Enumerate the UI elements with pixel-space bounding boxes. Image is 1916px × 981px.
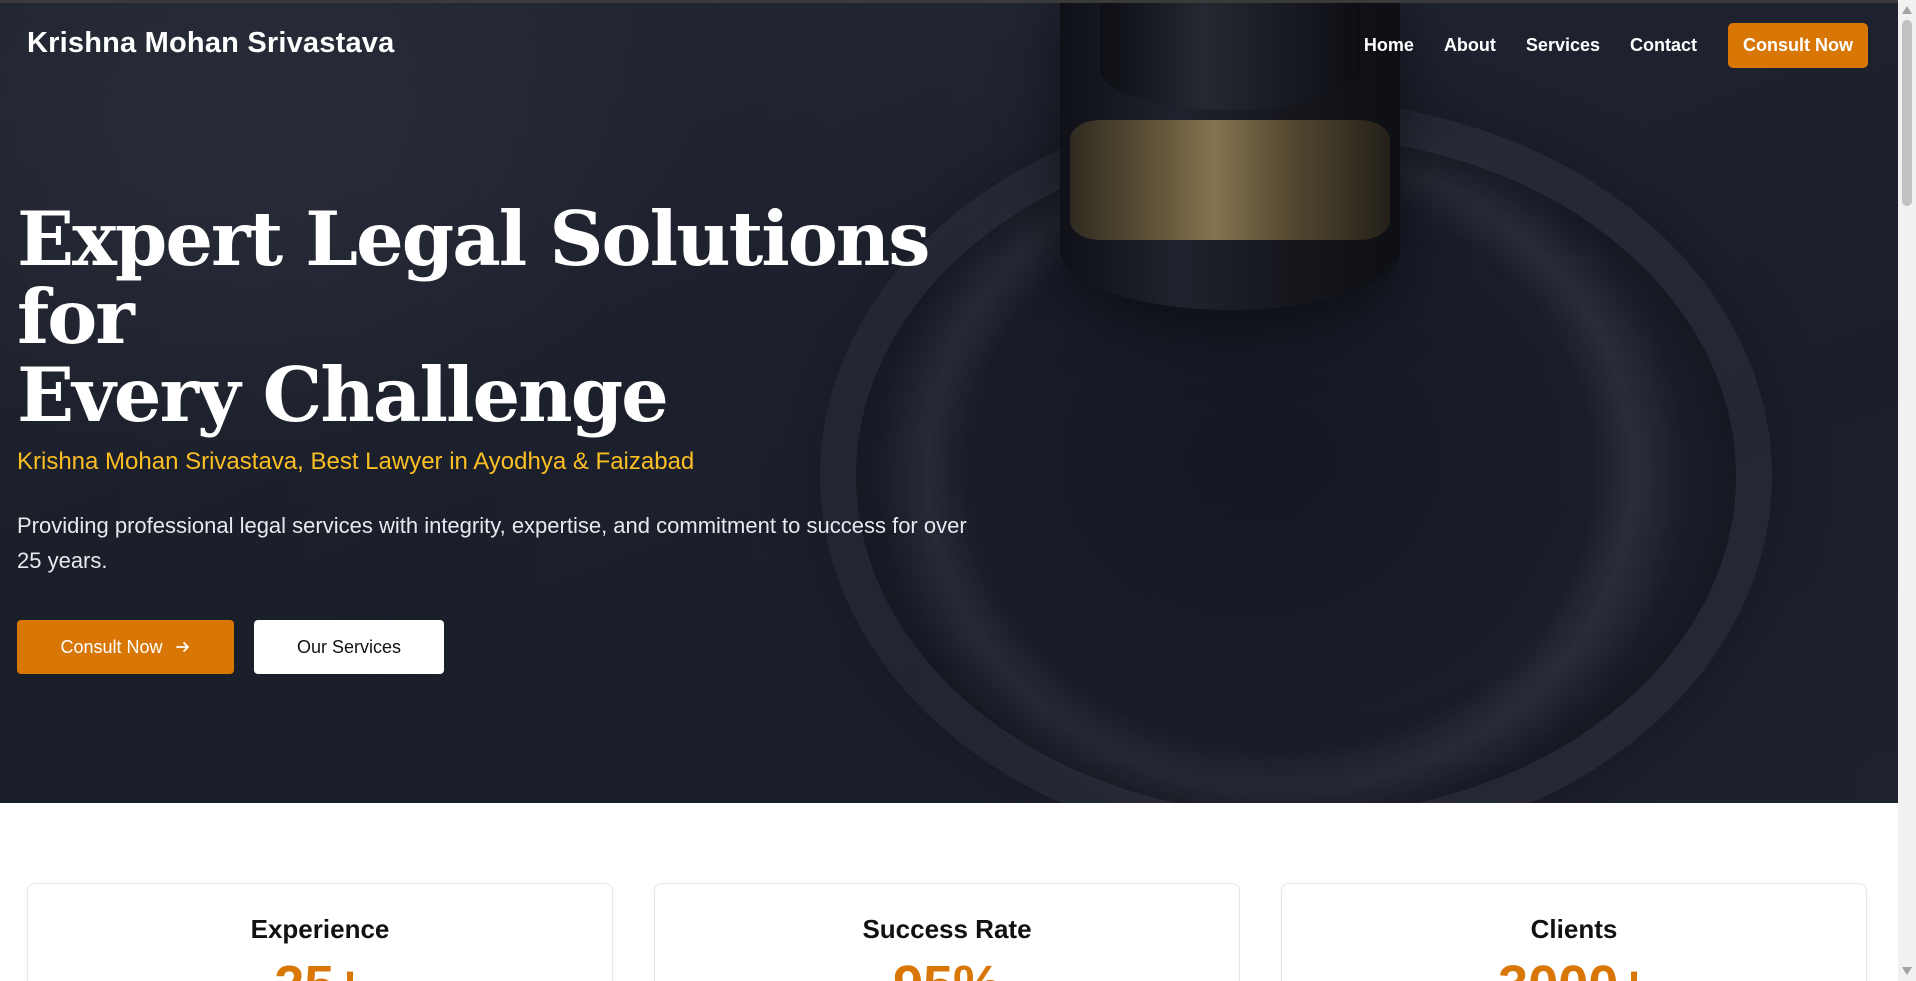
nav-consult-button[interactable]: Consult Now [1728, 23, 1868, 68]
hero-subtitle: Krishna Mohan Srivastava, Best Lawyer in… [17, 448, 695, 475]
nav-link-about[interactable]: About [1444, 35, 1496, 56]
scroll-down-arrow-icon[interactable] [1902, 967, 1912, 975]
scroll-thumb[interactable] [1902, 20, 1912, 206]
hero-title: Expert Legal Solutions for Every Challen… [17, 200, 997, 434]
hero-content: Expert Legal Solutions for Every Challen… [17, 200, 997, 674]
stat-label: Clients [1530, 914, 1618, 944]
hero-buttons: Consult Now Our Services [17, 620, 997, 674]
window-top-border [0, 0, 1898, 3]
nav-links: Home About Services Contact Consult Now [1334, 23, 1868, 68]
stat-value: 3000+ [1282, 955, 1866, 981]
navbar: Krishna Mohan Srivastava Home About Serv… [0, 0, 1898, 92]
stat-card-success-rate: Success Rate 95% [654, 883, 1240, 981]
hero-title-line1: Expert Legal Solutions for [17, 195, 931, 361]
brand-logo[interactable]: Krishna Mohan Srivastava [27, 27, 394, 60]
nav-link-contact[interactable]: Contact [1630, 35, 1697, 56]
stat-value: 95% [655, 955, 1239, 981]
stat-card-experience: Experience 25+ [27, 883, 613, 981]
nav-link-services[interactable]: Services [1526, 35, 1600, 56]
hero-title-line2: Every Challenge [17, 351, 669, 439]
arrow-right-icon [175, 642, 189, 652]
stat-value: 25+ [28, 955, 612, 981]
page: Krishna Mohan Srivastava Home About Serv… [0, 0, 1916, 981]
hero-description: Providing professional legal services wi… [17, 513, 967, 573]
hero-consult-label: Consult Now [60, 636, 163, 657]
hero-services-button[interactable]: Our Services [254, 620, 444, 674]
stats-section: Experience 25+ Success Rate 95% Clients … [0, 803, 1898, 981]
hero-section: Krishna Mohan Srivastava Home About Serv… [0, 0, 1898, 803]
stat-card-clients: Clients 3000+ [1281, 883, 1867, 981]
vertical-scrollbar[interactable] [1898, 0, 1916, 981]
stat-label: Success Rate [862, 914, 1032, 944]
nav-link-home[interactable]: Home [1364, 35, 1414, 56]
scroll-up-arrow-icon[interactable] [1902, 6, 1912, 14]
hero-consult-button[interactable]: Consult Now [17, 620, 234, 674]
hero-services-label: Our Services [296, 636, 402, 657]
stat-label: Experience [250, 914, 390, 944]
